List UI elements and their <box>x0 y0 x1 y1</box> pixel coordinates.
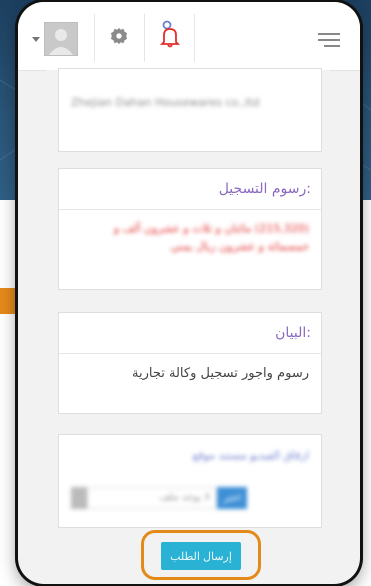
file-input[interactable]: اختر لا يوجد ملف <box>71 487 247 509</box>
top-navbar <box>18 2 360 71</box>
fees-heading: رسوم التسجيل: <box>59 169 321 210</box>
attachments-card: ارفاق الفيديو مستند موقع اختر لا يوجد مل… <box>58 434 322 528</box>
phone-frame: Zhejian Dahan Housewares co.,ltd رسوم ال… <box>18 2 360 584</box>
divider <box>94 14 95 62</box>
side-tab <box>0 288 18 314</box>
user-menu[interactable] <box>32 22 78 56</box>
divider <box>144 14 145 62</box>
file-name-field: لا يوجد ملف <box>87 487 217 509</box>
statement-heading: البيان: <box>59 313 321 354</box>
statement-card: البيان: رسوم واجور تسجيل وكالة تجارية <box>58 312 322 414</box>
bell-icon[interactable] <box>159 20 181 52</box>
statement-text: رسوم واجور تسجيل وكالة تجارية <box>132 366 309 381</box>
file-clear-icon[interactable] <box>71 487 87 509</box>
submit-request-button[interactable]: إرسال الطلب <box>161 542 241 570</box>
attachments-title: ارفاق الفيديو مستند موقع <box>192 449 309 462</box>
submit-highlight: إرسال الطلب <box>141 530 261 580</box>
fees-amount: (215,320) مائتان و ثلاث و عشرون ألف و خم… <box>113 222 309 253</box>
company-card: Zhejian Dahan Housewares co.,ltd <box>58 68 322 152</box>
company-name: Zhejian Dahan Housewares co.,ltd <box>71 96 260 109</box>
fees-card: رسوم التسجيل: (215,320) مائتان و ثلاث و … <box>58 168 322 290</box>
user-avatar-icon <box>44 22 78 56</box>
gear-icon[interactable] <box>110 27 128 49</box>
hamburger-menu-icon[interactable] <box>318 32 340 51</box>
choose-file-button[interactable]: اختر <box>217 487 247 509</box>
chevron-down-icon <box>32 36 40 42</box>
divider <box>194 14 195 62</box>
